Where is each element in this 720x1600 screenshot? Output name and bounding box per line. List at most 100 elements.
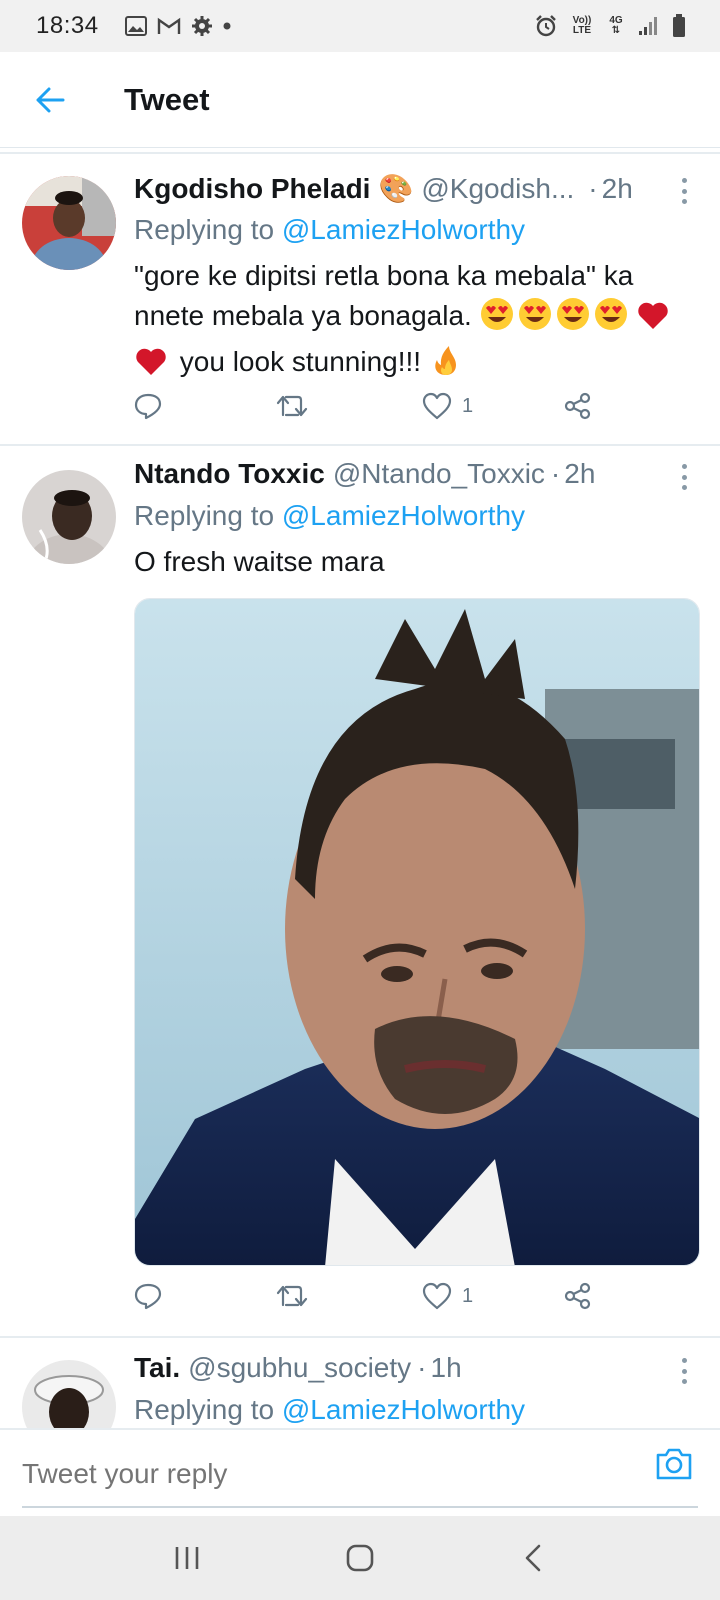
system-back-button[interactable]	[503, 1528, 563, 1588]
battery-icon	[673, 14, 685, 37]
reply-tweet[interactable]: Kgodisho Pheladi 🎨 @Kgodish... · 2h Repl…	[0, 154, 720, 446]
more-options-button[interactable]	[672, 176, 696, 206]
more-dot-icon	[681, 474, 687, 480]
replying-to-line: Replying to @LamiezHolworthy	[134, 214, 696, 254]
share-button[interactable]	[564, 392, 592, 420]
tweet-actions: 1	[134, 386, 604, 426]
volte-indicator: Vo)) LTE	[572, 15, 592, 36]
clock: 18:34	[36, 12, 99, 39]
top-app-bar: Tweet	[0, 52, 720, 148]
display-name[interactable]: Tai.	[134, 1352, 180, 1384]
retweet-button[interactable]	[276, 393, 422, 419]
tweet-header: Tai. @sgubhu_society · 1h	[134, 1352, 696, 1392]
page-title: Tweet	[124, 81, 210, 117]
gmail-icon	[157, 17, 180, 34]
back-button[interactable]	[20, 70, 80, 130]
more-options-button[interactable]	[672, 1356, 696, 1386]
like-button[interactable]: 1	[422, 392, 564, 420]
recent-apps-icon	[175, 1547, 198, 1569]
more-dot-icon	[681, 1379, 687, 1384]
tweet-time[interactable]: 1h	[431, 1352, 462, 1384]
user-handle[interactable]: @Ntando_Toxxic	[333, 458, 545, 490]
back-arrow-icon	[36, 87, 65, 112]
tweet-media-photo[interactable]	[134, 598, 700, 1266]
notification-dot-icon	[223, 22, 231, 30]
display-name[interactable]: Ntando Toxxic	[134, 458, 325, 490]
tweet-header: Ntando Toxxic @Ntando_Toxxic · 2h	[134, 458, 696, 498]
red-heart-emoji	[134, 347, 168, 388]
share-button[interactable]	[564, 1282, 592, 1310]
fire-emoji	[429, 343, 463, 388]
more-dot-icon	[681, 1358, 687, 1363]
replying-to-line: Replying to @LamiezHolworthy	[134, 1394, 696, 1428]
more-dot-icon	[681, 188, 687, 194]
camera-button[interactable]	[654, 1446, 698, 1490]
reply-tweet[interactable]: Tai. @sgubhu_society · 1h Replying to @L…	[0, 1340, 720, 1428]
reply-input[interactable]	[22, 1448, 662, 1500]
avatar[interactable]	[22, 1360, 116, 1428]
input-underline	[22, 1506, 698, 1508]
heart-eyes-emoji	[480, 297, 630, 342]
tweet-text: "gore ke dipitsi retla bona ka mebala" k…	[134, 256, 696, 388]
alarm-icon	[536, 15, 556, 37]
mention-link[interactable]: @LamiezHolworthy	[282, 214, 525, 245]
display-name[interactable]: Kgodisho Pheladi	[134, 173, 370, 205]
tweet-text-line: "gore ke dipitsi retla bona ka mebala" k…	[134, 260, 634, 291]
home-icon	[346, 1544, 374, 1572]
tweet-time[interactable]: 2h	[564, 458, 595, 490]
reply-composer	[0, 1428, 720, 1516]
more-dot-icon	[681, 464, 687, 469]
separator-dot: ·	[588, 173, 598, 204]
retweet-button[interactable]	[276, 1283, 422, 1309]
separator-dot: ·	[550, 458, 561, 489]
home-button[interactable]	[330, 1528, 390, 1588]
mention-link[interactable]: @LamiezHolworthy	[282, 500, 525, 531]
data-arrows-icon: ⇅	[611, 25, 621, 36]
more-dot-icon	[681, 199, 687, 204]
reply-button[interactable]	[134, 392, 276, 420]
share-icon	[564, 392, 591, 420]
replying-to-label: Replying to	[134, 214, 275, 245]
more-options-button[interactable]	[672, 462, 696, 492]
more-dot-icon	[681, 178, 687, 183]
user-handle[interactable]: @Kgodish...	[421, 173, 574, 205]
network-type-indicator: 4G ⇅	[606, 16, 626, 36]
heart-icon	[422, 1282, 452, 1310]
heart-icon	[422, 392, 452, 420]
camera-icon	[656, 1448, 692, 1480]
mention-link[interactable]: @LamiezHolworthy	[282, 1394, 525, 1425]
palette-emoji: 🎨	[378, 173, 414, 204]
avatar[interactable]	[22, 470, 116, 564]
replying-to-line: Replying to @LamiezHolworthy	[134, 500, 696, 540]
user-handle[interactable]: @sgubhu_society	[188, 1352, 411, 1384]
more-dot-icon	[681, 1368, 687, 1374]
signal-strength-icon	[639, 17, 657, 35]
reply-icon	[134, 393, 162, 420]
chevron-left-icon	[526, 1544, 541, 1572]
system-navigation-bar	[0, 1516, 720, 1600]
share-icon	[564, 1282, 591, 1310]
reply-button[interactable]	[134, 1282, 276, 1310]
retweet-icon	[276, 1285, 308, 1307]
recent-apps-button[interactable]	[157, 1528, 217, 1588]
gallery-icon	[124, 16, 147, 36]
settings-gear-icon	[191, 16, 212, 36]
tweet-time[interactable]: 2h	[602, 173, 633, 205]
tweet-actions: 1	[134, 1276, 604, 1316]
tweet-text-line: you look stunning!!!	[134, 342, 696, 388]
tweet-text-line: nnete mebala ya bonagala.	[134, 296, 696, 342]
status-bar: 18:34 Vo)) LTE 4G ⇅	[0, 0, 720, 52]
reply-icon	[134, 1283, 162, 1310]
avatar[interactable]	[22, 176, 116, 270]
like-count: 1	[462, 1284, 474, 1307]
tweet-header: Kgodisho Pheladi 🎨 @Kgodish... · 2h	[134, 172, 696, 212]
red-heart-emoji	[637, 301, 669, 342]
like-button[interactable]: 1	[422, 1282, 564, 1310]
reply-tweet[interactable]: Ntando Toxxic @Ntando_Toxxic · 2h Replyi…	[0, 448, 720, 1338]
replying-to-label: Replying to	[134, 1394, 275, 1425]
separator-dot: ·	[417, 1352, 427, 1383]
like-count: 1	[462, 394, 474, 417]
more-dot-icon	[681, 485, 687, 490]
tweet-text: O fresh waitse mara	[134, 546, 385, 577]
replying-to-label: Replying to	[134, 500, 275, 531]
